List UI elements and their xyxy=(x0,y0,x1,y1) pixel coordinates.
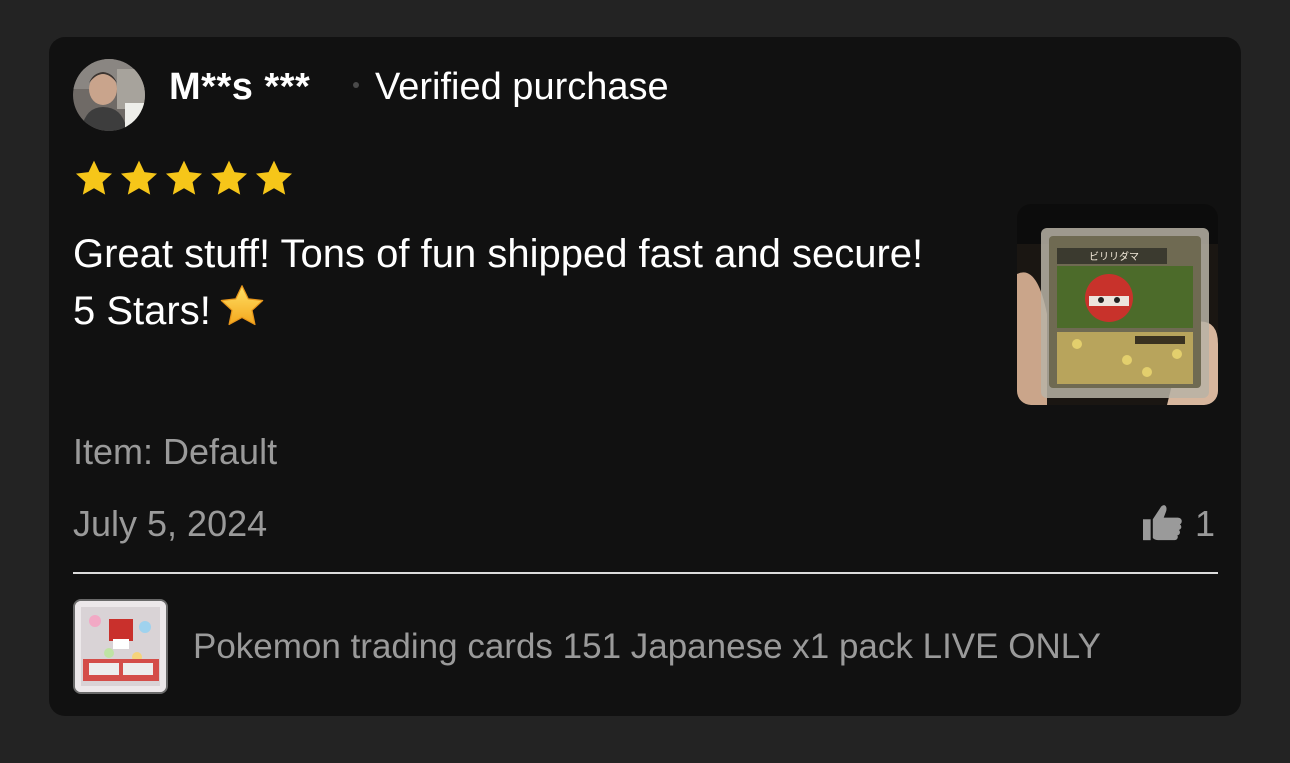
avatar[interactable] xyxy=(73,59,145,131)
star-emoji-icon xyxy=(217,282,267,347)
separator-dot xyxy=(353,82,359,88)
star-icon xyxy=(208,158,250,200)
star-icon xyxy=(163,158,205,200)
star-icon xyxy=(73,158,115,200)
star-icon xyxy=(118,158,160,200)
review-date: July 5, 2024 xyxy=(73,503,268,544)
review-card: M**s *** Verified purchase Great stuff! … xyxy=(49,37,1241,716)
thumbs-up-icon xyxy=(1141,502,1185,547)
product-thumbnail[interactable] xyxy=(73,599,168,694)
product-title-link[interactable]: Pokemon trading cards 151 Japanese x1 pa… xyxy=(193,625,1101,669)
helpful-button[interactable]: 1 xyxy=(1141,502,1215,546)
star-icon xyxy=(253,158,295,200)
svg-text:ビリリダマ: ビリリダマ xyxy=(1089,250,1139,263)
verified-purchase-label: Verified purchase xyxy=(375,66,669,108)
review-body: Great stuff! Tons of fun shipped fast an… xyxy=(73,232,924,333)
review-text: Great stuff! Tons of fun shipped fast an… xyxy=(73,227,953,347)
divider xyxy=(73,572,1218,574)
reviewer-name: M**s *** xyxy=(169,66,311,108)
helpful-count: 1 xyxy=(1195,503,1216,544)
item-variant: Item: Default xyxy=(73,431,278,472)
star-rating xyxy=(73,158,295,200)
review-photo[interactable]: ビリリダマ xyxy=(1017,204,1218,405)
